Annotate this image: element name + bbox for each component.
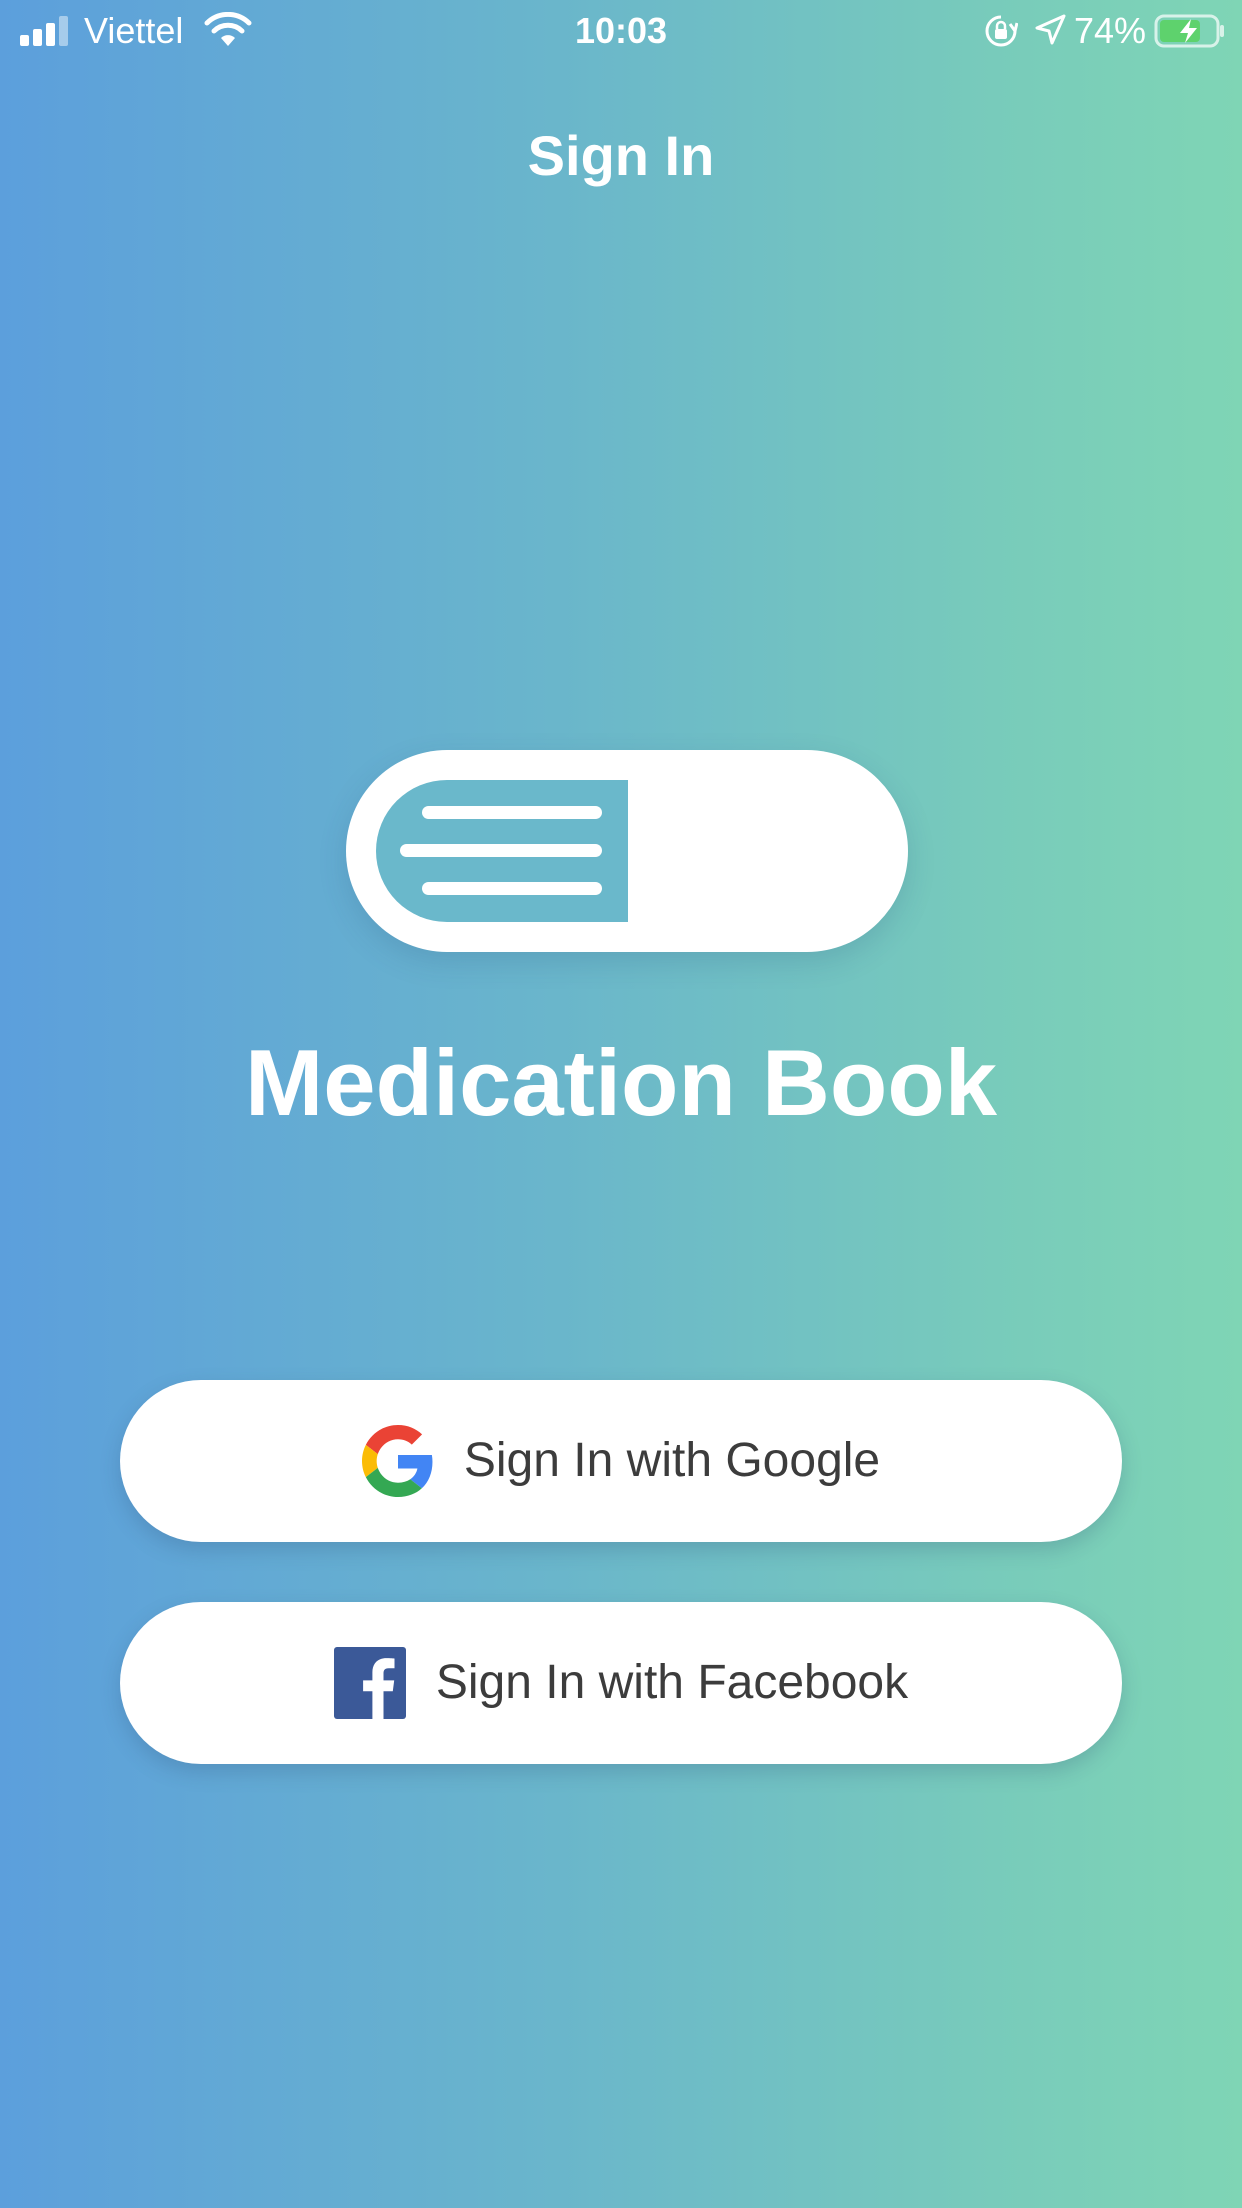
location-arrow-icon — [1035, 14, 1066, 45]
page-title: Sign In — [527, 124, 715, 187]
wifi-icon — [204, 12, 252, 46]
carrier-name: Viettel — [84, 10, 184, 51]
orientation-lock-icon — [985, 15, 1018, 47]
facebook-button-label: Sign In with Facebook — [435, 1656, 909, 1709]
battery-percentage: 74% — [1074, 10, 1147, 51]
battery-charging-icon — [1154, 14, 1224, 48]
logo-line — [422, 806, 602, 819]
logo-line — [400, 844, 602, 857]
google-g-icon — [361, 1425, 433, 1497]
pill-document-logo — [346, 750, 908, 952]
facebook-f-icon — [333, 1647, 406, 1719]
app-name: Medication Book — [244, 1030, 998, 1135]
sign-in-facebook-button[interactable]: Sign In with Facebook — [120, 1602, 1122, 1764]
sign-in-google-button[interactable]: Sign In with Google — [120, 1380, 1122, 1542]
logo-document-panel — [376, 780, 628, 922]
signal-icon — [20, 16, 72, 46]
google-button-label: Sign In with Google — [463, 1434, 881, 1487]
logo-line — [422, 882, 602, 895]
status-bar: Viettel 10:03 74% — [0, 0, 1242, 62]
